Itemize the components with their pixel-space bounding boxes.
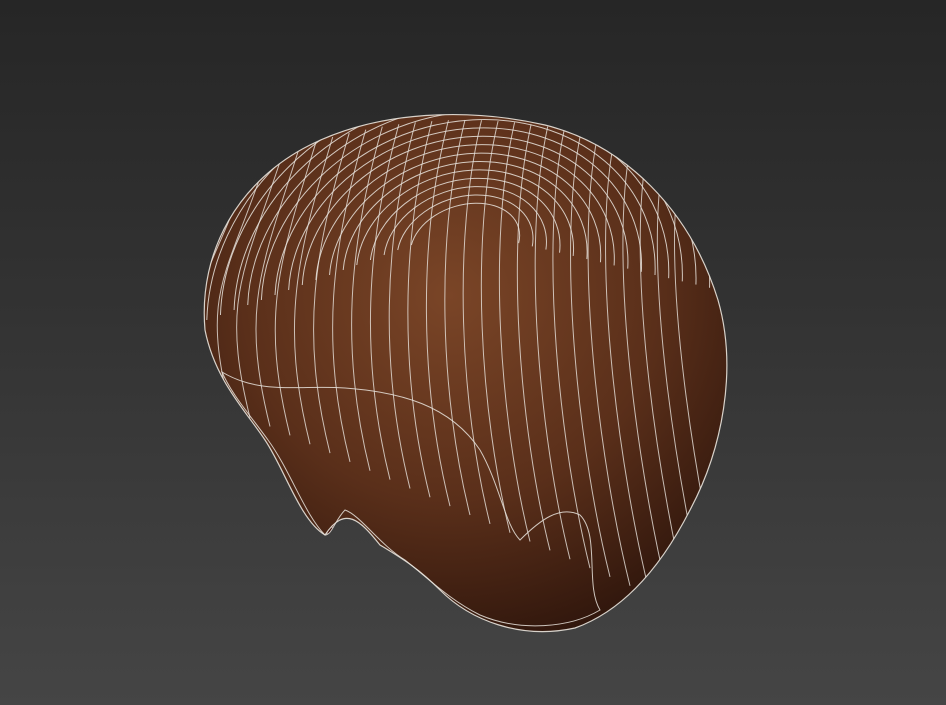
3d-viewport[interactable] xyxy=(0,0,946,705)
hair-cap-model[interactable] xyxy=(125,27,805,640)
wire-inner-col xyxy=(222,372,226,626)
wire-inner-col xyxy=(224,372,236,626)
scene xyxy=(125,27,805,640)
